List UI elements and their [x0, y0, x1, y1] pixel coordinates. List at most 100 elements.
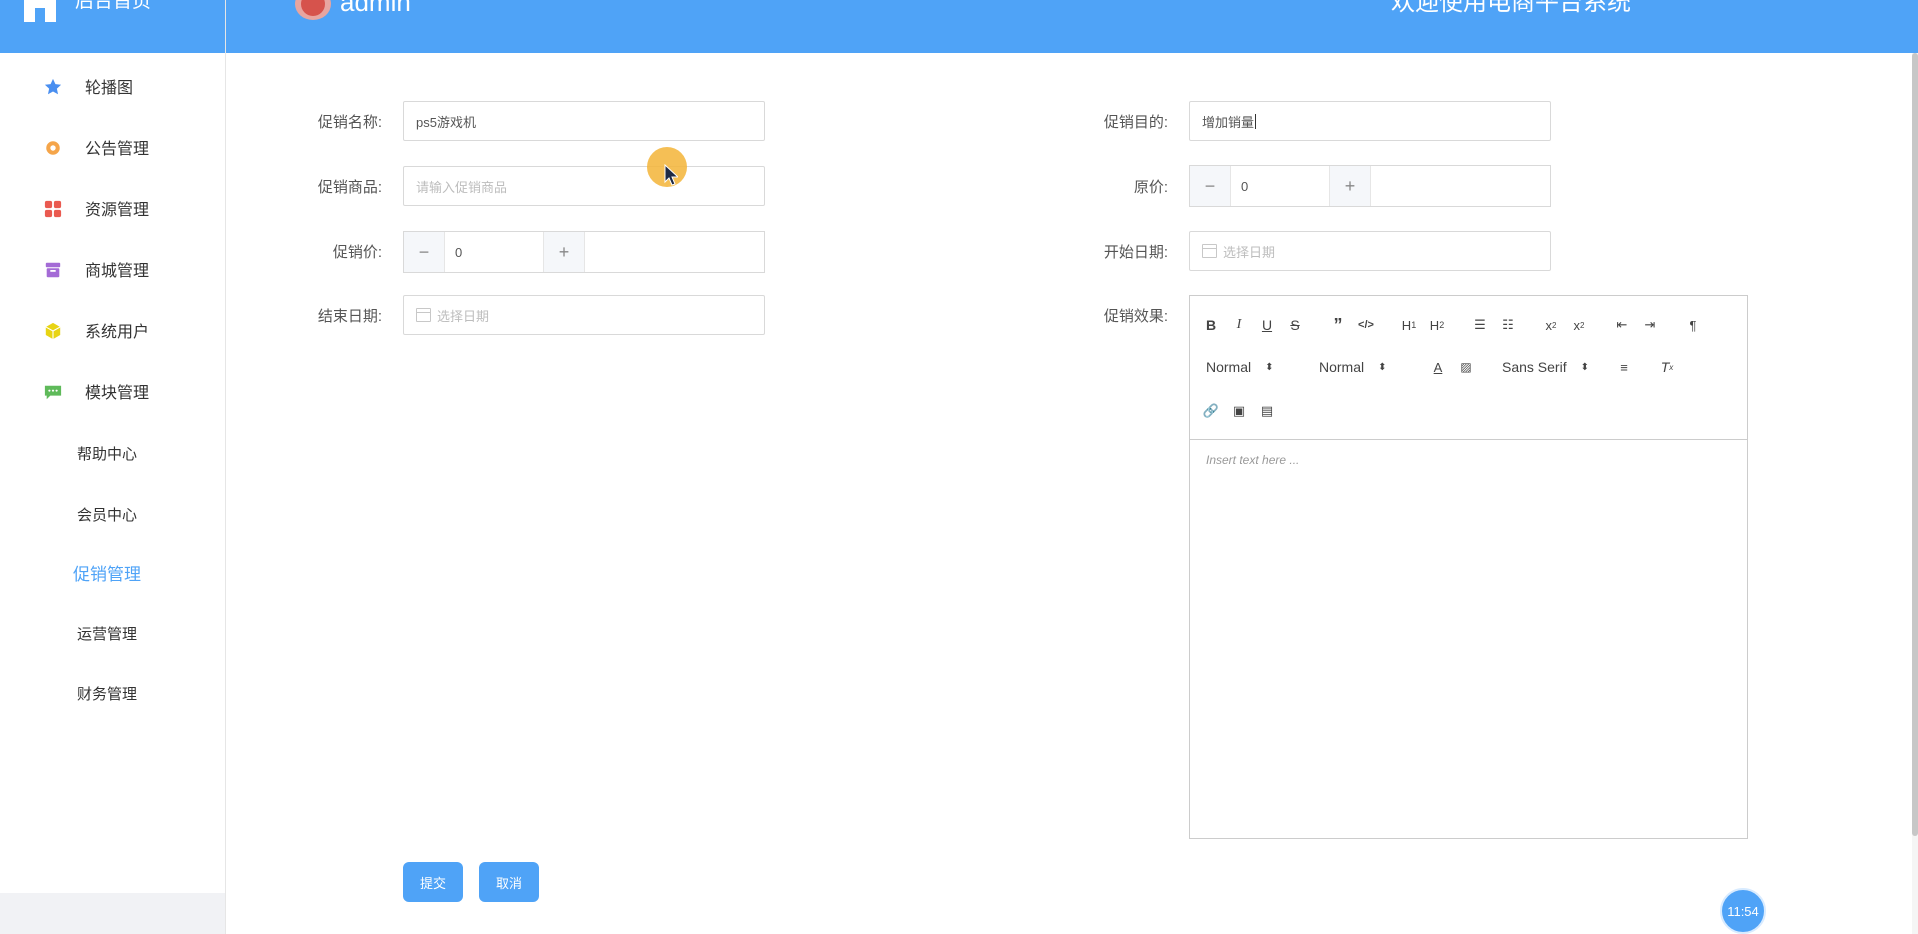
- sidebar-item-notice[interactable]: 公告管理: [0, 127, 225, 167]
- increment-button[interactable]: +: [1330, 166, 1371, 206]
- home-link[interactable]: 后台首页: [75, 0, 151, 14]
- sidebar-footer: [0, 893, 225, 934]
- sidebar-subitem-promotion[interactable]: 促销管理: [0, 552, 225, 592]
- avatar[interactable]: [295, 0, 331, 20]
- outdent-icon[interactable]: ⇤: [1611, 314, 1633, 336]
- align-icon[interactable]: ≡: [1613, 356, 1635, 378]
- link-icon[interactable]: 🔗: [1200, 400, 1222, 422]
- top-header: admin 欢迎使用电商平台系统: [226, 0, 1918, 53]
- underline-icon[interactable]: U: [1256, 314, 1278, 336]
- start-date-label: 开始日期:: [1103, 244, 1168, 261]
- image-icon[interactable]: ▣: [1228, 400, 1250, 422]
- grid-icon: [44, 200, 62, 218]
- editor-toolbar: B I U S ” </> H1 H2 ☰ ☷ x2 x2 ⇤ ⇥ ¶ Norm…: [1190, 296, 1747, 440]
- sidebar-header: 后台首页: [0, 0, 225, 53]
- promo-effect-label: 促销效果:: [1103, 308, 1168, 325]
- star-icon: [44, 78, 62, 96]
- orig-price-label: 原价:: [1133, 179, 1168, 196]
- promo-goal-value: 增加销量: [1202, 114, 1255, 130]
- sidebar-subitem-label: 会员中心: [77, 506, 138, 524]
- text-direction-icon[interactable]: ¶: [1682, 314, 1704, 336]
- sidebar-subitem-operations[interactable]: 运营管理: [0, 613, 225, 653]
- text-color-icon[interactable]: A: [1427, 356, 1449, 378]
- cube-icon: [44, 322, 62, 340]
- select-arrow-icon: ⬍: [1580, 361, 1589, 373]
- promo-name-label: 促销名称:: [317, 114, 382, 131]
- subscript-icon[interactable]: x2: [1540, 314, 1562, 336]
- sidebar-item-label: 公告管理: [85, 141, 150, 158]
- clear-format-icon[interactable]: Tx: [1656, 356, 1678, 378]
- heading2-icon[interactable]: H2: [1426, 314, 1448, 336]
- rich-text-editor: B I U S ” </> H1 H2 ☰ ☷ x2 x2 ⇤ ⇥ ¶ Norm…: [1189, 295, 1748, 839]
- code-block-icon[interactable]: </>: [1355, 314, 1377, 336]
- sidebar-item-modules[interactable]: 模块管理: [0, 371, 225, 411]
- strikethrough-icon[interactable]: S: [1284, 314, 1306, 336]
- start-date-placeholder: 选择日期: [1223, 244, 1276, 260]
- scrollbar-thumb[interactable]: [1912, 53, 1918, 836]
- bullet-list-icon[interactable]: ☷: [1497, 314, 1519, 336]
- promo-name-input[interactable]: ps5游戏机: [403, 101, 765, 141]
- increment-button[interactable]: +: [544, 232, 585, 272]
- promo-goal-input[interactable]: 增加销量: [1189, 101, 1551, 141]
- background-color-icon[interactable]: ▨: [1455, 356, 1477, 378]
- chat-icon: [44, 383, 62, 401]
- end-date-picker[interactable]: 选择日期: [403, 295, 765, 335]
- promo-price-label: 促销价:: [332, 244, 382, 261]
- sidebar-item-label: 系统用户: [85, 324, 150, 341]
- promo-name-value: ps5游戏机: [416, 114, 476, 130]
- decrement-button[interactable]: −: [404, 232, 445, 272]
- calendar-icon: [1202, 244, 1217, 258]
- select-arrow-icon: ⬍: [1378, 361, 1387, 373]
- promo-product-input[interactable]: 请输入促销商品: [403, 166, 765, 206]
- promo-product-placeholder: 请输入促销商品: [416, 179, 508, 195]
- clock-widget[interactable]: 11:54: [1720, 888, 1766, 934]
- blockquote-icon[interactable]: ”: [1327, 314, 1349, 336]
- cancel-button[interactable]: 取消: [479, 862, 539, 902]
- bold-icon[interactable]: B: [1200, 314, 1222, 336]
- sidebar-item-mall[interactable]: 商城管理: [0, 249, 225, 289]
- header-select-value: Normal: [1206, 359, 1252, 375]
- size-select[interactable]: Normal ⬍: [1319, 356, 1387, 378]
- promo-price-stepper[interactable]: − 0 +: [403, 231, 765, 273]
- promo-product-label: 促销商品:: [317, 179, 382, 196]
- end-date-label: 结束日期:: [317, 308, 382, 325]
- sidebar-subitem-help[interactable]: 帮助中心: [0, 433, 225, 473]
- sidebar-item-label: 资源管理: [85, 202, 150, 219]
- calendar-icon: [416, 308, 431, 322]
- sidebar-item-carousel[interactable]: 轮播图: [0, 66, 225, 106]
- size-select-value: Normal: [1319, 359, 1365, 375]
- sidebar-subitem-label: 促销管理: [73, 564, 141, 584]
- orig-price-stepper[interactable]: − 0 +: [1189, 165, 1551, 207]
- sidebar-subitem-finance[interactable]: 财务管理: [0, 673, 225, 713]
- text-caret: [1255, 113, 1257, 129]
- start-date-picker[interactable]: 选择日期: [1189, 231, 1551, 271]
- promo-price-value[interactable]: 0: [445, 232, 544, 272]
- sidebar-item-label: 模块管理: [85, 385, 150, 402]
- sidebar-subitem-member[interactable]: 会员中心: [0, 494, 225, 534]
- sidebar-item-label: 轮播图: [85, 80, 134, 97]
- decrement-button[interactable]: −: [1190, 166, 1231, 206]
- end-date-placeholder: 选择日期: [437, 308, 490, 324]
- video-icon[interactable]: ▤: [1256, 400, 1278, 422]
- font-select-value: Sans Serif: [1502, 359, 1567, 375]
- ordered-list-icon[interactable]: ☰: [1469, 314, 1491, 336]
- sidebar-item-system-users[interactable]: 系统用户: [0, 310, 225, 350]
- font-select[interactable]: Sans Serif ⬍: [1502, 356, 1589, 378]
- promo-goal-label: 促销目的:: [1103, 114, 1168, 131]
- welcome-title: 欢迎使用电商平台系统: [1391, 0, 1631, 16]
- italic-icon[interactable]: I: [1228, 314, 1250, 336]
- editor-content-placeholder[interactable]: Insert text here ...: [1206, 453, 1299, 467]
- sidebar-subitem-label: 帮助中心: [77, 445, 138, 463]
- heading1-icon[interactable]: H1: [1398, 314, 1420, 336]
- home-icon: [24, 0, 56, 22]
- header-select[interactable]: Normal ⬍: [1206, 356, 1274, 378]
- username[interactable]: admin: [340, 0, 411, 17]
- select-arrow-icon: ⬍: [1265, 361, 1274, 373]
- orig-price-value[interactable]: 0: [1231, 166, 1330, 206]
- sidebar-subitem-label: 运营管理: [77, 625, 138, 643]
- indent-icon[interactable]: ⇥: [1639, 314, 1661, 336]
- sidebar-item-resources[interactable]: 资源管理: [0, 188, 225, 228]
- submit-button[interactable]: 提交: [403, 862, 463, 902]
- sidebar-subitem-label: 财务管理: [77, 685, 138, 703]
- superscript-icon[interactable]: x2: [1568, 314, 1590, 336]
